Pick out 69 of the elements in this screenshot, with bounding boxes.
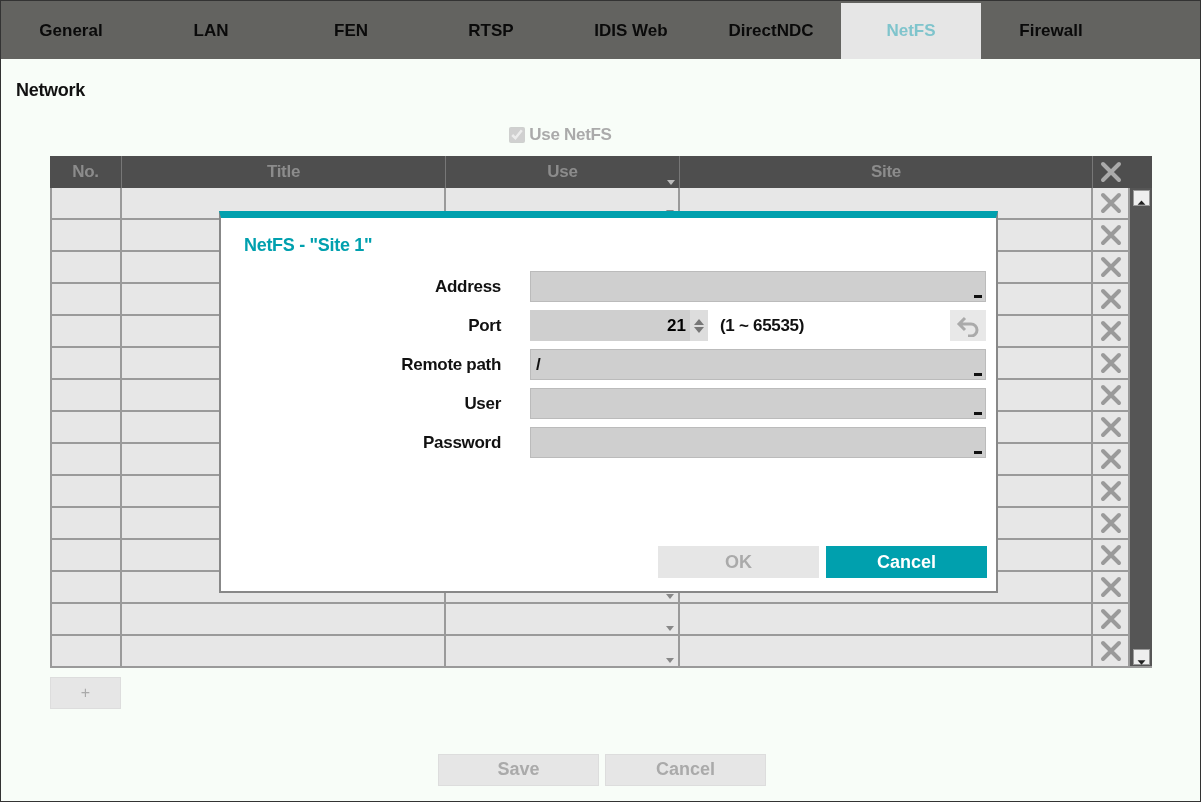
table-cell — [50, 411, 122, 444]
table-cell — [50, 379, 122, 412]
port-range: (1 ~ 65535) — [720, 314, 805, 337]
tab[interactable]: FEN — [281, 3, 421, 59]
text-cursor-icon — [974, 373, 982, 376]
delete-icon[interactable] — [1099, 351, 1122, 374]
table-cell — [50, 635, 122, 668]
tab[interactable]: DirectNDC — [701, 3, 841, 59]
field-label: Remote path — [401, 353, 501, 376]
scroll-up-icon[interactable] — [1133, 189, 1150, 206]
table-cell — [50, 187, 122, 220]
table-cell — [50, 539, 122, 572]
delete-icon[interactable] — [1099, 479, 1122, 502]
table-cell — [50, 443, 122, 476]
delete-icon[interactable] — [1099, 511, 1122, 534]
field-label: Port — [468, 314, 501, 337]
delete-icon[interactable] — [1099, 415, 1122, 438]
field-label: Password — [423, 431, 501, 454]
table-cell — [50, 315, 122, 348]
port-field[interactable]: 21 — [530, 310, 690, 341]
spin-arrows-icon[interactable] — [690, 310, 708, 341]
scrollbar[interactable] — [1130, 187, 1152, 668]
table-cell — [50, 571, 122, 604]
text-cursor-icon — [974, 412, 982, 415]
tab[interactable]: LAN — [141, 3, 281, 59]
delete-icon[interactable] — [1099, 639, 1122, 662]
dropdown-caret-icon[interactable] — [666, 657, 674, 663]
column-title: Use — [547, 160, 578, 183]
delete-icon[interactable] — [1099, 383, 1122, 406]
table-cell — [50, 507, 122, 540]
tab[interactable]: IDIS Web — [561, 3, 701, 59]
input-field[interactable] — [530, 388, 986, 419]
delete-icon[interactable] — [1099, 447, 1122, 470]
column-title: Site — [871, 160, 901, 183]
table-cell — [50, 475, 122, 508]
undo-button[interactable] — [950, 310, 986, 341]
text-cursor-icon — [974, 295, 982, 298]
dropdown-caret-icon[interactable] — [666, 625, 674, 631]
delete-icon[interactable] — [1099, 543, 1122, 566]
column-title: Title — [266, 160, 301, 183]
table-cell — [50, 603, 122, 636]
input-field[interactable] — [530, 427, 986, 458]
add-button[interactable]: + — [50, 676, 121, 709]
tab[interactable]: Firewall — [981, 3, 1121, 59]
column-title: No. — [72, 160, 99, 183]
delete-icon[interactable] — [1099, 255, 1122, 278]
sort-caret-icon[interactable] — [667, 179, 675, 185]
field-label: Address — [435, 275, 501, 298]
table-cell — [50, 251, 122, 284]
delete-icon[interactable] — [1099, 575, 1122, 598]
dialog-title: NetFS - "Site 1" — [244, 234, 374, 257]
delete-icon[interactable] — [1099, 287, 1122, 310]
text-cursor-icon — [974, 451, 982, 454]
tab[interactable]: RTSP — [421, 3, 561, 59]
delete-icon[interactable] — [1099, 191, 1122, 214]
delete-all-icon[interactable] — [1100, 160, 1122, 183]
table-cell — [50, 219, 122, 252]
table-cell — [50, 347, 122, 380]
table-cell — [50, 283, 122, 316]
delete-icon[interactable] — [1099, 607, 1122, 630]
delete-icon[interactable] — [1099, 319, 1122, 342]
scroll-down-icon[interactable] — [1133, 648, 1150, 665]
section-title: Network — [15, 79, 86, 102]
cancel-button[interactable]: Cancel — [826, 546, 987, 578]
input-field[interactable]: / — [530, 349, 986, 380]
field-label: User — [464, 392, 501, 415]
tab[interactable]: General — [1, 3, 141, 59]
input-field[interactable] — [530, 271, 986, 302]
delete-icon[interactable] — [1099, 223, 1122, 246]
